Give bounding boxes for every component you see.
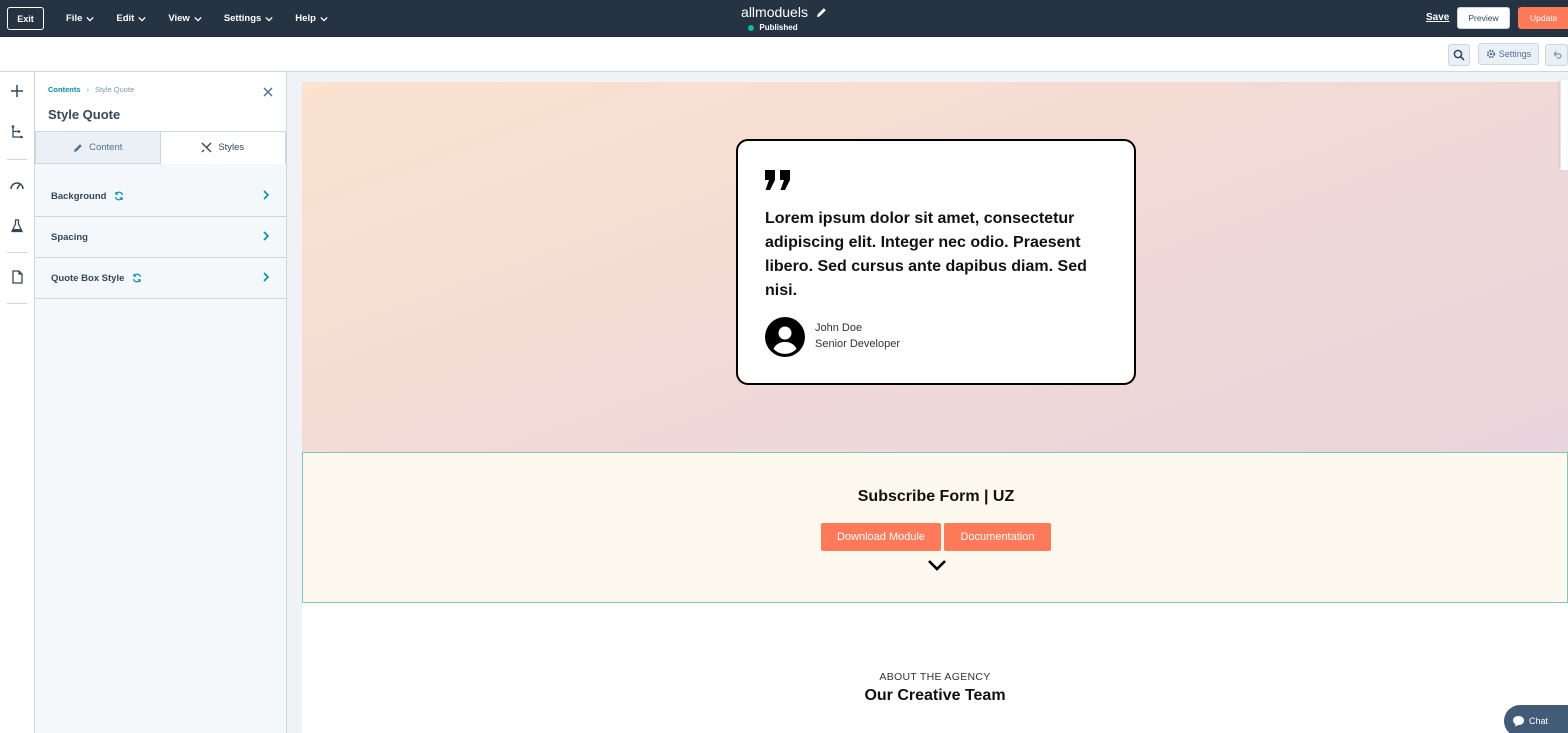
menu-help-label: Help [295, 13, 316, 24]
tab-content[interactable]: Content [35, 131, 161, 164]
status-text: Published [759, 23, 798, 32]
close-icon[interactable] [262, 86, 274, 98]
menu-file-label: File [66, 13, 83, 24]
chevron-down-icon [138, 16, 146, 22]
editor-toolbar: Settings [0, 37, 1568, 72]
page-name[interactable]: allmoduels [741, 4, 827, 20]
menu-help[interactable]: Help [295, 13, 328, 24]
panel-tabs: Content Styles [35, 131, 286, 164]
chevron-down-icon [320, 16, 328, 22]
plus-icon [11, 85, 23, 97]
search-button[interactable] [1448, 44, 1470, 66]
section-label: Quote Box Style [51, 272, 125, 284]
chevron-right-icon [263, 231, 270, 241]
quote-text: Lorem ipsum dolor sit amet, consectetur … [765, 210, 1087, 299]
pencil-icon[interactable] [816, 7, 827, 18]
menu-view[interactable]: View [168, 13, 202, 24]
subscribe-title: Subscribe Form | UZ [857, 488, 1015, 505]
test-button[interactable] [8, 217, 26, 235]
menu-settings[interactable]: Settings [224, 13, 273, 24]
sync-icon [133, 273, 142, 283]
flask-icon [11, 219, 23, 233]
top-bar: Exit File Edit View Settings Help allmod… [0, 0, 1568, 37]
main-menu: File Edit View Settings Help [66, 0, 350, 37]
settings-button-label: Settings [1498, 49, 1532, 59]
chevron-right-icon [263, 190, 270, 200]
editor-canvas: Lorem ipsum dolor sit amet, consectetur … [287, 72, 1568, 733]
pencil-icon [74, 143, 82, 152]
chat-widget[interactable]: Chat [1504, 705, 1568, 733]
menu-view-label: View [168, 13, 190, 24]
menu-file[interactable]: File [66, 13, 95, 24]
quote-card[interactable]: Lorem ipsum dolor sit amet, consectetur … [736, 139, 1136, 385]
chevron-down-icon [86, 16, 95, 22]
page-name-text: allmoduels [741, 4, 808, 20]
rail-divider [7, 252, 27, 253]
sync-icon [115, 191, 124, 201]
section-label: Spacing [51, 231, 88, 243]
preview-button[interactable]: Preview [1457, 7, 1510, 29]
panel-header: Contents › Style Quote Style Quote [35, 72, 286, 132]
breadcrumb-separator: › [86, 85, 90, 94]
styles-icon [201, 142, 212, 153]
settings-button[interactable]: Settings [1478, 43, 1539, 65]
breadcrumb-current: Style Quote [95, 85, 135, 94]
section-quote-box-style[interactable]: Quote Box Style [35, 258, 286, 299]
tree-icon [11, 125, 23, 139]
update-button[interactable]: Update [1518, 7, 1568, 29]
side-drawer-edge[interactable] [1560, 80, 1568, 170]
panel-title: Style Quote [48, 107, 121, 122]
breadcrumb: Contents › Style Quote [48, 85, 134, 94]
page-title-area: allmoduels Published [700, 4, 868, 32]
tab-styles-label: Styles [218, 142, 245, 153]
gear-icon [1486, 49, 1495, 59]
tab-content-label: Content [89, 142, 123, 153]
optimize-button[interactable] [8, 176, 26, 194]
tab-styles[interactable]: Styles [160, 131, 286, 164]
subscribe-buttons: Download Module Documentation [821, 523, 1051, 551]
subscribe-section[interactable]: Subscribe Form | UZ Download Module Docu… [302, 452, 1568, 603]
quote-mark-icon [765, 170, 790, 190]
exit-button[interactable]: Exit [7, 7, 44, 30]
search-icon [1453, 49, 1465, 61]
status-dot [748, 24, 755, 31]
avatar [765, 317, 805, 357]
gauge-icon [10, 182, 24, 190]
rail-divider [7, 303, 27, 304]
team-eyebrow: ABOUT THE AGENCY [879, 671, 991, 683]
section-label: Background [51, 190, 107, 202]
layers-tree-button[interactable] [8, 123, 26, 141]
style-sections: Background Spacing Quote Box Style [35, 176, 286, 299]
rail-divider [7, 159, 27, 160]
add-module-button[interactable] [8, 82, 26, 100]
page-button[interactable] [8, 268, 26, 286]
documentation-button[interactable]: Documentation [944, 523, 1051, 551]
menu-settings-label: Settings [223, 13, 262, 24]
publish-status: Published [678, 23, 868, 32]
chat-label: Chat [1529, 716, 1549, 726]
undo-icon [1553, 51, 1562, 59]
team-section[interactable]: ABOUT THE AGENCY Our Creative Team [302, 603, 1568, 733]
author-name: John Doe [815, 322, 863, 334]
chevron-down-icon [265, 16, 273, 22]
quote-section[interactable]: Lorem ipsum dolor sit amet, consectetur … [302, 82, 1568, 452]
author-role: Senior Developer [815, 338, 900, 350]
section-background[interactable]: Background [35, 176, 286, 217]
page-preview: Lorem ipsum dolor sit amet, consectetur … [302, 82, 1568, 733]
chevron-down-icon [194, 16, 202, 22]
chevron-down-icon[interactable] [927, 559, 947, 571]
menu-edit[interactable]: Edit [116, 13, 146, 24]
team-title: Our Creative Team [864, 687, 1006, 704]
module-settings-panel: Contents › Style Quote Style Quote Conte… [35, 72, 287, 733]
section-spacing[interactable]: Spacing [35, 217, 286, 258]
left-icon-rail [0, 72, 35, 733]
breadcrumb-contents-link[interactable]: Contents [48, 85, 81, 94]
chat-bubble-icon [1513, 716, 1524, 727]
save-button[interactable]: Save [1426, 12, 1449, 23]
download-module-button[interactable]: Download Module [821, 523, 941, 551]
menu-edit-label: Edit [116, 13, 135, 24]
undo-button[interactable] [1545, 44, 1568, 66]
chevron-right-icon [263, 272, 270, 282]
document-icon [11, 270, 23, 284]
